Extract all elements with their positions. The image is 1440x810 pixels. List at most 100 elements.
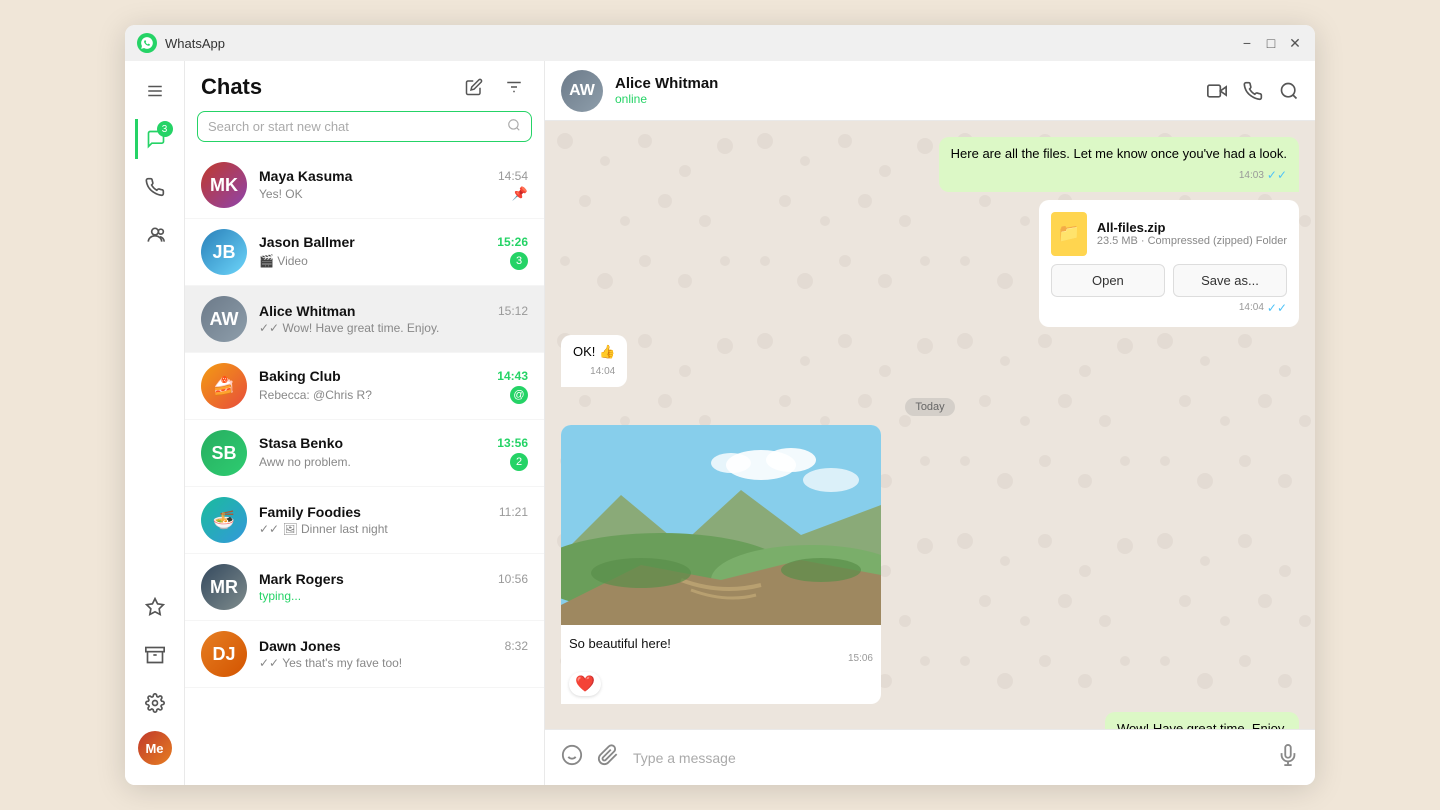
nav-archived-icon[interactable] bbox=[135, 635, 175, 675]
chat-header-avatar[interactable]: AW bbox=[561, 70, 603, 112]
nav-calls-icon[interactable] bbox=[135, 167, 175, 207]
nav-menu-icon[interactable] bbox=[135, 71, 175, 111]
chat-item-dawn[interactable]: DJ Dawn Jones 8:32 ✓✓ Yes that's my fave… bbox=[185, 621, 544, 688]
message-text-m3: OK! 👍 bbox=[573, 343, 615, 361]
pin-icon-maya: 📌 bbox=[512, 186, 528, 202]
chat-info-alice: Alice Whitman 15:12 ✓✓ Wow! Have great t… bbox=[259, 303, 528, 335]
chat-list-panel: Chats bbox=[185, 61, 545, 785]
chat-window: AW Alice Whitman online bbox=[545, 61, 1315, 785]
nav-starred-icon[interactable] bbox=[135, 587, 175, 627]
message-m1: Here are all the files. Let me know once… bbox=[561, 137, 1299, 192]
message-m3: OK! 👍 14:04 bbox=[561, 335, 1299, 387]
chat-messages[interactable]: Here are all the files. Let me know once… bbox=[545, 121, 1315, 729]
chat-preview-maya: Yes! OK bbox=[259, 187, 303, 201]
chat-list-actions bbox=[460, 73, 528, 101]
voice-message-icon[interactable] bbox=[1277, 744, 1299, 772]
chat-time-baking: 14:43 bbox=[497, 369, 528, 383]
chat-info-mark: Mark Rogers 10:56 typing... bbox=[259, 571, 528, 603]
search-icon bbox=[507, 118, 521, 135]
maximize-button[interactable]: □ bbox=[1263, 35, 1279, 51]
chat-name-alice: Alice Whitman bbox=[259, 303, 355, 319]
message-input[interactable] bbox=[633, 750, 1263, 766]
chat-time-mark: 10:56 bbox=[498, 572, 528, 586]
open-file-button[interactable]: Open bbox=[1051, 264, 1165, 297]
nav-rail: 3 Me bbox=[125, 61, 185, 785]
avatar-maya: MK bbox=[201, 162, 247, 208]
attachment-icon[interactable] bbox=[597, 744, 619, 772]
mountain-image bbox=[561, 425, 881, 625]
message-time-m3: 14:04 bbox=[573, 365, 615, 379]
tick-m2: ✓✓ bbox=[1267, 301, 1287, 315]
avatar-alice: AW bbox=[201, 296, 247, 342]
unread-badge-stasa: 2 bbox=[510, 453, 528, 471]
chat-item-alice[interactable]: AW Alice Whitman 15:12 ✓✓ Wow! Have grea… bbox=[185, 286, 544, 353]
chat-list: MK Maya Kasuma 14:54 Yes! OK 📌 bbox=[185, 152, 544, 785]
nav-settings-icon[interactable] bbox=[135, 683, 175, 723]
chat-item-stasa[interactable]: SB Stasa Benko 13:56 Aww no problem. 2 bbox=[185, 420, 544, 487]
chat-item-jason[interactable]: JB Jason Ballmer 15:26 🎬 Video 3 bbox=[185, 219, 544, 286]
bubble-sent-m5: Wow! Have great time. Enjoy. 15:12 ✓✓ bbox=[1105, 712, 1299, 729]
title-bar: WhatsApp − □ ✕ bbox=[125, 25, 1315, 61]
message-m4: So beautiful here! 15:06 ❤️ bbox=[561, 425, 1299, 704]
title-bar-controls: − □ ✕ bbox=[1239, 35, 1303, 51]
tick-m1: ✓✓ bbox=[1267, 167, 1287, 184]
avatar-dawn: DJ bbox=[201, 631, 247, 677]
bubble-received-m3: OK! 👍 14:04 bbox=[561, 335, 627, 387]
chat-input-bar bbox=[545, 729, 1315, 785]
chat-item-family[interactable]: 🍜 Family Foodies 11:21 ✓✓ 🖼 Dinner last … bbox=[185, 487, 544, 554]
chat-name-jason: Jason Ballmer bbox=[259, 234, 355, 250]
chat-header-status: online bbox=[615, 92, 1195, 106]
chat-preview-stasa: Aww no problem. bbox=[259, 455, 351, 469]
chat-name-dawn: Dawn Jones bbox=[259, 638, 341, 654]
image-reaction-m4: ❤️ bbox=[561, 668, 881, 704]
chat-info-baking: Baking Club 14:43 Rebecca: @Chris R? @ bbox=[259, 368, 528, 404]
chat-preview-dawn: ✓✓ Yes that's my fave too! bbox=[259, 656, 402, 670]
app-body: 3 Me bbox=[125, 61, 1315, 785]
chat-item-maya[interactable]: MK Maya Kasuma 14:54 Yes! OK 📌 bbox=[185, 152, 544, 219]
search-in-chat-button[interactable] bbox=[1279, 81, 1299, 101]
new-chat-button[interactable] bbox=[460, 73, 488, 101]
emoji-icon[interactable] bbox=[561, 744, 583, 772]
chat-header-info: Alice Whitman online bbox=[615, 75, 1195, 106]
nav-communities-icon[interactable] bbox=[135, 215, 175, 255]
chat-time-alice: 15:12 bbox=[498, 304, 528, 318]
title-bar-app-name: WhatsApp bbox=[165, 36, 1231, 51]
avatar-family: 🍜 bbox=[201, 497, 247, 543]
message-time-m1: 14:03 ✓✓ bbox=[951, 167, 1287, 184]
chat-info-dawn: Dawn Jones 8:32 ✓✓ Yes that's my fave to… bbox=[259, 638, 528, 670]
image-caption-m4: So beautiful here! bbox=[561, 630, 881, 653]
chat-info-jason: Jason Ballmer 15:26 🎬 Video 3 bbox=[259, 234, 528, 270]
search-input[interactable] bbox=[208, 119, 499, 134]
video-call-button[interactable] bbox=[1207, 81, 1227, 101]
search-bar bbox=[185, 111, 544, 152]
file-bubble-m2: 📁 All-files.zip 23.5 MB · Compressed (zi… bbox=[1039, 200, 1299, 327]
chat-name-stasa: Stasa Benko bbox=[259, 435, 343, 451]
image-time-m4: 15:06 bbox=[561, 653, 881, 668]
message-text-m5: Wow! Have great time. Enjoy. bbox=[1117, 720, 1287, 729]
nav-chats-icon[interactable]: 3 bbox=[135, 119, 175, 159]
filter-button[interactable] bbox=[500, 73, 528, 101]
chat-preview-alice: ✓✓ Wow! Have great time. Enjoy. bbox=[259, 321, 439, 335]
user-avatar[interactable]: Me bbox=[138, 731, 172, 765]
save-file-button[interactable]: Save as... bbox=[1173, 264, 1287, 297]
chat-item-mark[interactable]: MR Mark Rogers 10:56 typing... bbox=[185, 554, 544, 621]
chat-preview-mark: typing... bbox=[259, 589, 301, 603]
chat-time-maya: 14:54 bbox=[498, 169, 528, 183]
voice-call-button[interactable] bbox=[1243, 81, 1263, 101]
chat-time-jason: 15:26 bbox=[497, 235, 528, 249]
bubble-sent-m1: Here are all the files. Let me know once… bbox=[939, 137, 1299, 192]
avatar-baking: 🍰 bbox=[201, 363, 247, 409]
file-info-m2: 📁 All-files.zip 23.5 MB · Compressed (zi… bbox=[1051, 212, 1287, 256]
message-time-m2: 14:04 ✓✓ bbox=[1051, 301, 1287, 315]
chat-info-stasa: Stasa Benko 13:56 Aww no problem. 2 bbox=[259, 435, 528, 471]
file-icon-m2: 📁 bbox=[1051, 212, 1087, 256]
chat-name-baking: Baking Club bbox=[259, 368, 341, 384]
minimize-button[interactable]: − bbox=[1239, 35, 1255, 51]
file-name-m2: All-files.zip bbox=[1097, 220, 1287, 235]
date-divider-label: Today bbox=[905, 398, 954, 416]
avatar-jason: JB bbox=[201, 229, 247, 275]
close-button[interactable]: ✕ bbox=[1287, 35, 1303, 51]
chats-badge: 3 bbox=[157, 121, 173, 137]
chat-item-baking[interactable]: 🍰 Baking Club 14:43 Rebecca: @Chris R? @ bbox=[185, 353, 544, 420]
image-bubble-m4: So beautiful here! 15:06 ❤️ bbox=[561, 425, 881, 704]
